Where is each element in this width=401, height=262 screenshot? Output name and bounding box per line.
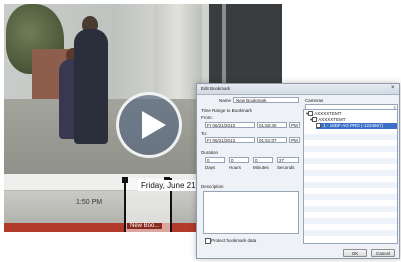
close-icon[interactable]: × [391, 85, 395, 91]
tree-checkbox[interactable] [312, 117, 318, 123]
from-time-field[interactable]: 01:50:40 [257, 122, 287, 128]
cancel-button[interactable]: Cancel [371, 249, 395, 257]
camera-tree[interactable]: ▾ AXXXXTEMT ▾ AXXXXTEMT 1 - 18DF-AO PRO (-… [303, 109, 398, 244]
description-textarea[interactable] [203, 191, 299, 234]
to-date: 06/21/2013 [212, 138, 236, 143]
to-time-field[interactable]: 01:51:07 [257, 137, 287, 143]
hours-label: Hours [229, 165, 242, 170]
tree-checkbox[interactable] [316, 123, 321, 129]
name-field[interactable]: New Bookmark [233, 97, 299, 103]
days-label: Days [205, 165, 216, 170]
dialog-title: Edit Bookmark [201, 86, 231, 91]
camera-tree-item-selected[interactable]: 1 - 18DF-AO PRO (-1234567) [316, 123, 397, 129]
duration-label: Duration [201, 150, 219, 155]
from-day: Fr [207, 123, 212, 128]
to-ampm-field[interactable]: PM [289, 137, 300, 143]
to-day: Fr [207, 138, 212, 143]
cameras-label: Cameras [305, 98, 324, 103]
name-label: Name [219, 98, 232, 103]
edit-bookmark-dialog: Edit Bookmark × Name New Bookmark Time R… [196, 83, 400, 259]
protect-label: Protect bookmark data [211, 238, 257, 243]
duration-seconds-field[interactable]: 27 [277, 157, 299, 163]
play-icon [142, 111, 166, 139]
selection-start-handle[interactable] [122, 177, 128, 183]
timeline-time-label: 1:50 PM [76, 199, 103, 206]
duration-minutes-field[interactable]: 0 [253, 157, 273, 163]
play-button[interactable] [116, 92, 182, 158]
from-ampm-field[interactable]: PM [289, 122, 300, 128]
from-date: 06/21/2013 [212, 123, 236, 128]
from-date-field[interactable]: Fr 06/21/2013 [205, 122, 255, 128]
duration-hours-field[interactable]: 0 [229, 157, 249, 163]
timeline-bookmark-label[interactable]: New Boo... [127, 223, 163, 229]
minutes-label: Minutes [253, 165, 269, 170]
scene-person-adult [74, 29, 108, 144]
ok-button[interactable]: OK [343, 249, 367, 257]
timeline-date-label: Friday, June 21, [138, 180, 201, 191]
seconds-label: Seconds [277, 165, 295, 170]
tree-checkbox[interactable] [308, 111, 314, 117]
from-label: From: [201, 115, 213, 120]
description-label: Description [201, 184, 224, 189]
to-label: To: [201, 131, 208, 136]
time-range-header: Time Range to Bookmark [201, 108, 252, 113]
dialog-titlebar[interactable]: Edit Bookmark × [197, 84, 399, 95]
duration-days-field[interactable]: 0 [205, 157, 225, 163]
to-date-field[interactable]: Fr 06/21/2013 [205, 137, 255, 143]
